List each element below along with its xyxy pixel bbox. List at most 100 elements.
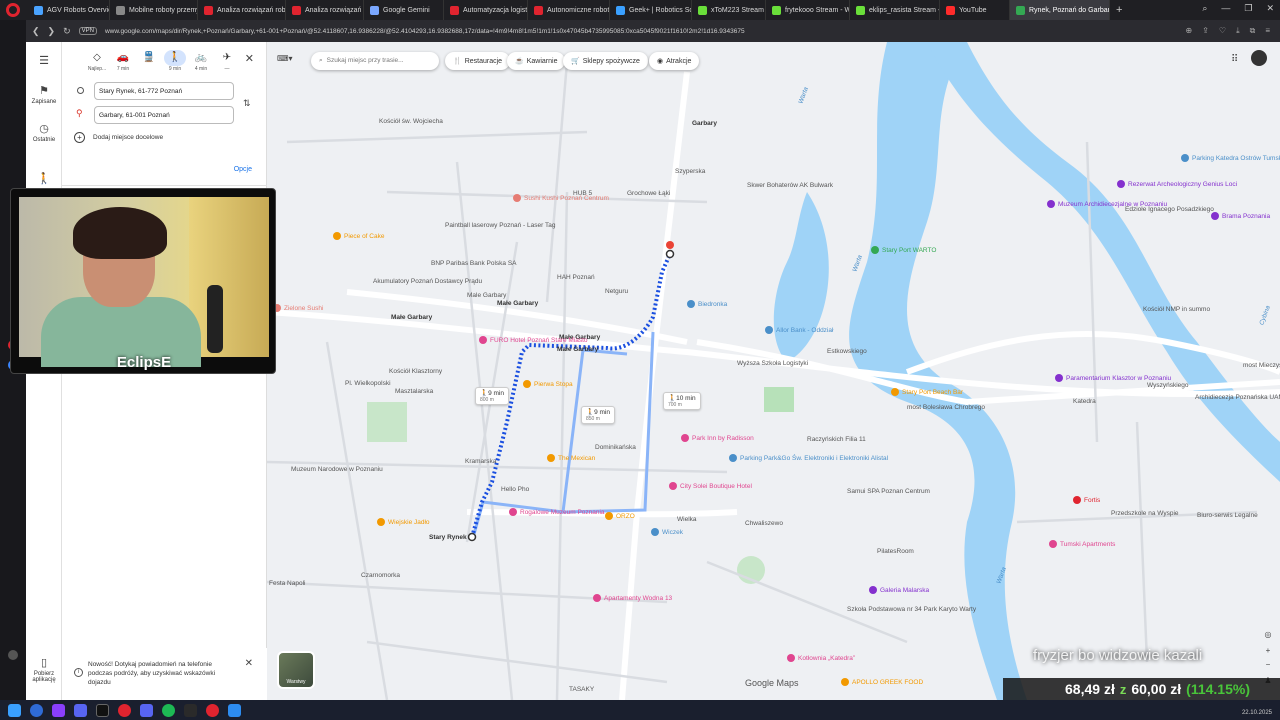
layers-button[interactable]: Warstwy: [277, 651, 315, 689]
minimize-button[interactable]: —: [1221, 3, 1230, 14]
map-poi[interactable]: Brama Poznania: [1211, 212, 1270, 220]
browser-tab[interactable]: Rynek, Poznań do Garbar: [1010, 0, 1110, 20]
maximize-button[interactable]: ❐: [1244, 3, 1252, 14]
menu-icon[interactable]: ≡: [1265, 26, 1270, 36]
opera-icon[interactable]: [118, 703, 131, 717]
opera-gx-icon[interactable]: [206, 703, 219, 717]
discord-icon[interactable]: [74, 703, 87, 717]
options-button[interactable]: Opcje: [234, 166, 252, 173]
swap-icon[interactable]: ⇅: [243, 98, 251, 109]
map-poi[interactable]: Galeria Malarska: [869, 586, 929, 594]
map-poi[interactable]: Parking Park&Go Św. Elektroniki i Elektr…: [729, 454, 888, 462]
map-poi[interactable]: Zielone Sushi: [273, 304, 323, 312]
close-window-button[interactable]: ✕: [1266, 3, 1274, 14]
mode-car-button[interactable]: 🚗 7 min: [112, 50, 134, 72]
chip-restaurants[interactable]: 🍴 Restauracje: [445, 52, 511, 70]
spotify-icon[interactable]: [162, 703, 175, 717]
browser-tab[interactable]: Mobilne roboty przemysł: [110, 0, 198, 20]
map-poi[interactable]: Fortis: [1073, 496, 1100, 504]
chip-groceries[interactable]: 🛒 Sklepy spożywcze: [563, 52, 648, 70]
chip-cafes[interactable]: ☕ Kawiarnie: [507, 52, 566, 70]
map-poi[interactable]: Stary Port Beach Bar: [891, 388, 963, 396]
search-icon[interactable]: [30, 703, 43, 717]
recent-button[interactable]: ◷ Ostatnie: [26, 122, 62, 143]
map-poi[interactable]: Biedronka: [687, 300, 727, 308]
app-icon[interactable]: [52, 703, 65, 717]
mode-bike-button[interactable]: 🚲 4 min: [190, 50, 212, 72]
steam-icon[interactable]: [184, 703, 197, 717]
zoom-icon[interactable]: ⊕: [1185, 26, 1192, 36]
browser-tab[interactable]: Geek+ | Robotics Solution: [610, 0, 692, 20]
origin-input[interactable]: Stary Rynek, 61-772 Poznań: [94, 82, 234, 100]
close-directions-button[interactable]: ✕: [245, 52, 254, 65]
add-destination-button[interactable]: + Dodaj miejsce docelowe: [74, 132, 163, 143]
search-along-route[interactable]: ⌕ Szukaj miejsc przy trasie...: [311, 52, 439, 70]
app-icon[interactable]: [228, 703, 241, 717]
map-poi[interactable]: The Mexican: [547, 454, 595, 462]
keyboard-icon[interactable]: ⌨▾: [277, 54, 293, 63]
map-poi[interactable]: APOLLO GREEK FOOD: [841, 678, 923, 686]
map-poi[interactable]: ORZO: [605, 512, 635, 520]
sidebar-settings-icon[interactable]: [8, 650, 18, 660]
vpn-badge[interactable]: VPN: [78, 27, 97, 35]
mode-flight-button[interactable]: ✈ —: [216, 50, 238, 72]
map-poi[interactable]: Pierwa Stopa: [523, 380, 573, 388]
discord-icon[interactable]: [140, 703, 153, 717]
opera-logo-icon[interactable]: [6, 3, 20, 17]
map-canvas[interactable]: ⌨▾ ⌕ Szukaj miejsc przy trasie... 🍴 Resta…: [267, 42, 1280, 700]
browser-tab[interactable]: eklips_rasista Stream - Kic: [850, 0, 940, 20]
browser-tab[interactable]: Analiza rozwiązań robotó: [198, 0, 286, 20]
recent-walk-button[interactable]: 🚶: [26, 172, 62, 187]
map-poi[interactable]: Parking Katedra Ostrów Tumski: [1181, 154, 1280, 162]
route-time-chip[interactable]: 🚶10 min 700 m: [663, 392, 701, 410]
forward-button[interactable]: ❯: [48, 26, 56, 37]
download-app-button[interactable]: ▯ Pobierz aplikację: [26, 656, 62, 683]
avatar[interactable]: [1251, 50, 1267, 66]
map-poi[interactable]: Park Inn by Radisson: [681, 434, 754, 442]
chip-attractions[interactable]: ◉ Atrakcje: [649, 52, 700, 70]
browser-tab[interactable]: YouTube: [940, 0, 1010, 20]
browser-tab[interactable]: frytekooo Stream - W: [766, 0, 850, 20]
map-poi[interactable]: Stary Port WARTO: [871, 246, 936, 254]
browser-tab[interactable]: xToM223 Stream - W: [692, 0, 766, 20]
menu-button[interactable]: ☰: [26, 54, 62, 69]
mode-walk-button[interactable]: 🚶 9 min: [164, 50, 186, 72]
download-icon[interactable]: ⤓: [1236, 26, 1240, 36]
map-poi[interactable]: FURO Hotel Poznań Stare Miasto: [479, 336, 588, 344]
browser-tab[interactable]: Autonomiczne roboty mo: [528, 0, 610, 20]
saved-button[interactable]: ⚑ Zapisane: [26, 84, 62, 105]
mode-transit-button[interactable]: 🚆: [138, 50, 160, 72]
back-button[interactable]: ❮: [32, 26, 40, 37]
zoom-in-button[interactable]: +: [1262, 646, 1274, 658]
map-poi[interactable]: Rezerwat Archeologiczny Genius Loci: [1117, 180, 1237, 188]
reload-icon[interactable]: ↻: [63, 26, 71, 37]
map-poi[interactable]: Wiejskie Jadło: [377, 518, 430, 526]
new-tab-button[interactable]: +: [1116, 4, 1122, 16]
obs-icon[interactable]: [96, 703, 109, 717]
browser-tab[interactable]: AGV Robots Overview | F: [28, 0, 110, 20]
map-poi[interactable]: Kotłownia „Katedra”: [787, 654, 855, 662]
browser-tab[interactable]: Google Gemini: [364, 0, 444, 20]
destination-input[interactable]: Garbary, 61-001 Poznań: [94, 106, 234, 124]
bookmark-icon[interactable]: ♡: [1219, 26, 1226, 36]
map-poi[interactable]: Paramentarium Klasztor w Poznaniu: [1055, 374, 1171, 382]
close-notification-button[interactable]: ✕: [245, 658, 253, 669]
map-poi[interactable]: Sushi Kushi Poznań Centrum: [513, 194, 609, 202]
map-poi[interactable]: Tumski Apartments: [1049, 540, 1115, 548]
start-icon[interactable]: [8, 703, 21, 717]
map-poi[interactable]: Wiczek: [651, 528, 683, 536]
map-poi[interactable]: Apartamenty Wodna 13: [593, 594, 672, 602]
extensions-icon[interactable]: ⧉: [1250, 26, 1256, 36]
map-poi[interactable]: Allor Bank - Oddział: [765, 326, 833, 334]
map-poi[interactable]: City Solei Boutique Hotel: [669, 482, 752, 490]
browser-tab[interactable]: Analiza rozwiązań AMR: [286, 0, 364, 20]
map-poi[interactable]: Piece of Cake: [333, 232, 384, 240]
route-time-chip[interactable]: 🚶9 min 800 m: [475, 387, 509, 405]
route-time-chip[interactable]: 🚶9 min 850 m: [581, 406, 615, 424]
browser-tab[interactable]: Automatyzacja logistyki w: [444, 0, 528, 20]
share-icon[interactable]: ⇪: [1202, 26, 1209, 36]
location-icon[interactable]: ◎: [1262, 630, 1274, 642]
map-poi[interactable]: Rogalowe Muzeum Poznania: [509, 508, 605, 516]
search-icon[interactable]: ⌕: [1202, 3, 1207, 14]
mode-best-button[interactable]: ◇ Najlep...: [86, 50, 108, 72]
